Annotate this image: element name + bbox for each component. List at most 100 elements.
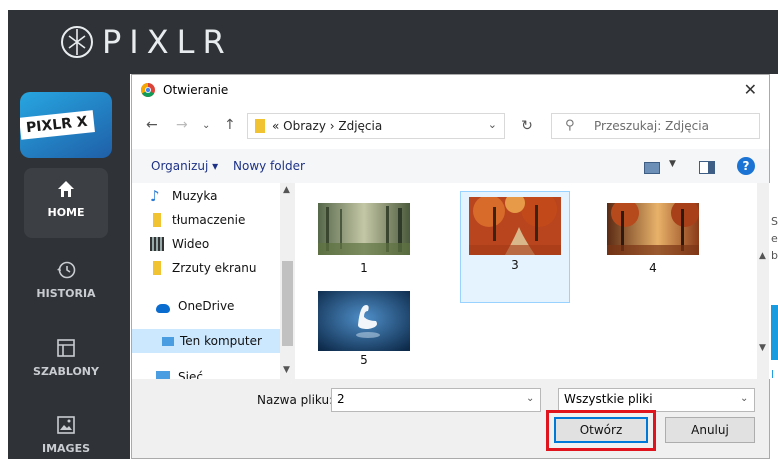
home-icon [58,181,74,197]
sidebar: PIXLR X HOME HISTORIA SZABLONY IMAGES [8,74,130,459]
filename-input[interactable]: 2 [331,388,541,412]
file-item[interactable]: 4 [603,203,703,275]
pixlr-x-badge[interactable]: PIXLR X [20,92,112,158]
nav-item-label: Ten komputer [180,334,262,348]
nav-pane-scroll-thumb[interactable] [282,261,293,346]
nav-item-label: Zrzuty ekranu [172,261,257,275]
organize-menu[interactable]: Organizuj ▾ [151,159,218,173]
nav-item-zrzuty-ekranu[interactable]: Zrzuty ekranu [150,257,257,279]
nav-pane-scrollbar[interactable]: ▲ ▼ [280,183,295,379]
file-type-dropdown-icon[interactable]: ⌄ [740,393,748,404]
dialog-title: Otwieranie [163,83,229,97]
refresh-icon[interactable]: ↻ [514,113,540,139]
file-name: 5 [360,353,368,367]
computer-icon [162,336,174,346]
peek-letter: e [771,232,778,245]
view-options-icon[interactable] [644,162,660,174]
breadcrumb: « Obrazy › Zdjęcia [272,119,382,133]
nav-item-siec[interactable]: Sieć [156,364,203,379]
pixlr-logo[interactable]: PIXLR [60,22,233,62]
file-thumbnail-autumn-path [469,197,561,255]
dialog-title-bar: Otwieranie ✕ [132,75,769,105]
nav-images[interactable]: IMAGES [24,414,108,455]
music-icon: ♪ [150,187,160,205]
nav-szablony-label: SZABLONY [33,365,99,378]
help-icon[interactable]: ? [737,157,755,175]
folder-icon [153,261,161,275]
nav-item-label: OneDrive [178,299,235,313]
folder-icon [153,213,161,227]
scroll-down-icon[interactable]: ▼ [283,365,290,375]
file-item[interactable]: 3 [465,197,565,272]
file-thumbnail-misty-forest [318,203,410,255]
open-button[interactable]: Otwórz [554,417,648,443]
folder-icon [255,119,265,133]
nav-historia[interactable]: HISTORIA [24,259,108,300]
nav-item-muzyka[interactable]: ♪ Muzyka [150,185,217,207]
nav-item-ten-komputer[interactable]: Ten komputer [162,330,262,352]
file-item[interactable]: 1 [313,203,415,275]
up-arrow-icon[interactable]: ↑ [224,117,236,133]
nav-home[interactable]: HOME [24,168,108,238]
nav-images-label: IMAGES [41,442,91,455]
nav-item-tlumaczenie[interactable]: tłumaczenie [150,209,245,231]
nav-item-label: Muzyka [172,189,218,203]
navigation-pane: ♪ Muzyka tłumaczenie Wideo Zrzuty ekranu… [132,183,280,379]
search-icon: ⚲ [565,118,575,133]
file-type-select[interactable]: Wszystkie pliki [558,388,755,412]
nav-item-label: Sieć [178,370,203,379]
peek-letter: b [771,249,778,262]
pixlr-logo-icon [61,26,93,58]
nav-item-wideo[interactable]: Wideo [150,233,209,255]
cancel-button[interactable]: Anuluj [665,417,755,443]
address-row: ← → ⌄ ↑ « Obrazy › Zdjęcia ⌄ ↻ ⚲ Przeszu… [132,105,769,149]
scroll-down-icon[interactable]: ▼ [759,343,766,353]
file-thumbnail-swan [318,291,410,351]
nav-item-label: tłumaczenie [172,213,246,227]
peek-letter: S [771,215,778,228]
breadcrumb-overflow[interactable]: « [272,119,279,133]
chrome-icon [141,83,155,97]
file-name: 4 [649,261,657,275]
new-folder-button[interactable]: Nowy folder [233,159,305,173]
nav-item-label: Wideo [172,237,210,251]
template-icon [57,339,75,357]
history-icon [57,261,76,279]
dialog-footer: Nazwa pliku: 2 ⌄ Wszystkie pliki ⌄ Otwór… [132,379,769,458]
pixlr-x-label: PIXLR X [20,110,95,140]
file-name: 3 [511,258,519,272]
network-icon [156,371,170,379]
peek-accent-bar [771,305,778,360]
recent-locations-chevron-icon[interactable]: ⌄ [202,120,210,131]
file-list-scrollbar[interactable]: ▲ ▼ [757,183,769,379]
file-item[interactable]: 5 [313,291,415,367]
forward-arrow-icon[interactable]: → [176,117,188,133]
view-dropdown-icon[interactable]: ▼ [669,159,676,169]
brand-name: PIXLR [102,23,233,61]
breadcrumb-path[interactable]: Obrazy › Zdjęcia [283,119,382,133]
image-icon [57,416,75,434]
scroll-up-icon[interactable]: ▲ [283,185,290,195]
background-content-peek [770,74,778,459]
address-bar[interactable]: « Obrazy › Zdjęcia ⌄ [247,113,505,139]
back-arrow-icon[interactable]: ← [146,117,158,133]
nav-szablony[interactable]: SZABLONY [24,337,108,378]
nav-historia-label: HISTORIA [36,287,96,300]
nav-home-label: HOME [47,206,85,219]
close-button[interactable]: ✕ [744,80,757,99]
top-bar: PIXLR [8,10,778,74]
file-thumbnail-autumn-forest [607,203,699,255]
cloud-icon [156,303,170,313]
file-list: 1 3 4 5 [295,183,770,379]
address-dropdown-icon[interactable]: ⌄ [488,118,497,131]
peek-letter: l [771,368,775,381]
search-input[interactable]: ⚲ Przeszukaj: Zdjęcia [551,113,760,139]
preview-pane-icon[interactable] [699,161,715,174]
open-file-dialog: Otwieranie ✕ ← → ⌄ ↑ « Obrazy › Zdjęcia … [131,74,770,459]
command-bar: Organizuj ▾ Nowy folder ▼ ? [132,149,769,183]
filename-label: Nazwa pliku: [257,393,334,407]
nav-item-onedrive[interactable]: OneDrive [156,295,234,317]
video-icon [150,237,164,251]
filename-dropdown-icon[interactable]: ⌄ [526,393,534,404]
scroll-up-icon[interactable]: ▲ [759,251,766,261]
